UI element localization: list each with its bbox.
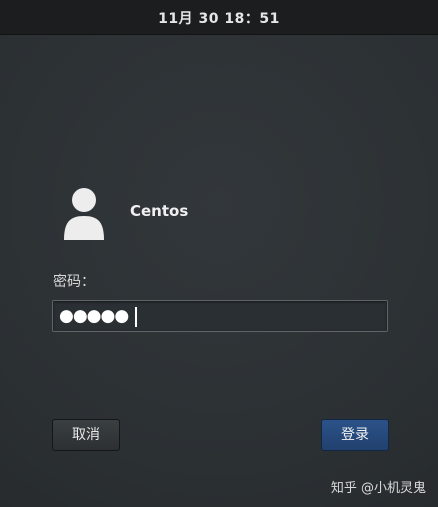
top-bar: 11月 30 18：51 — [0, 0, 438, 35]
watermark: 知乎 @小机灵鬼 — [330, 481, 426, 496]
password-masked-value: ●●●●● — [59, 306, 129, 326]
password-label: 密码： — [53, 274, 95, 290]
user-entry: Centos — [52, 182, 392, 244]
username: Centos — [130, 202, 189, 220]
text-cursor — [135, 307, 137, 327]
login-button[interactable]: 登录 — [321, 419, 389, 451]
login-screen: 11月 30 18：51 Centos 密码： ●●●●● 取消 登录 知乎 @… — [0, 0, 438, 507]
password-field[interactable]: ●●●●● — [52, 300, 388, 332]
user-silhouette-icon — [64, 188, 104, 240]
clock[interactable]: 11月 30 18：51 — [0, 8, 438, 28]
cancel-button[interactable]: 取消 — [52, 419, 120, 451]
